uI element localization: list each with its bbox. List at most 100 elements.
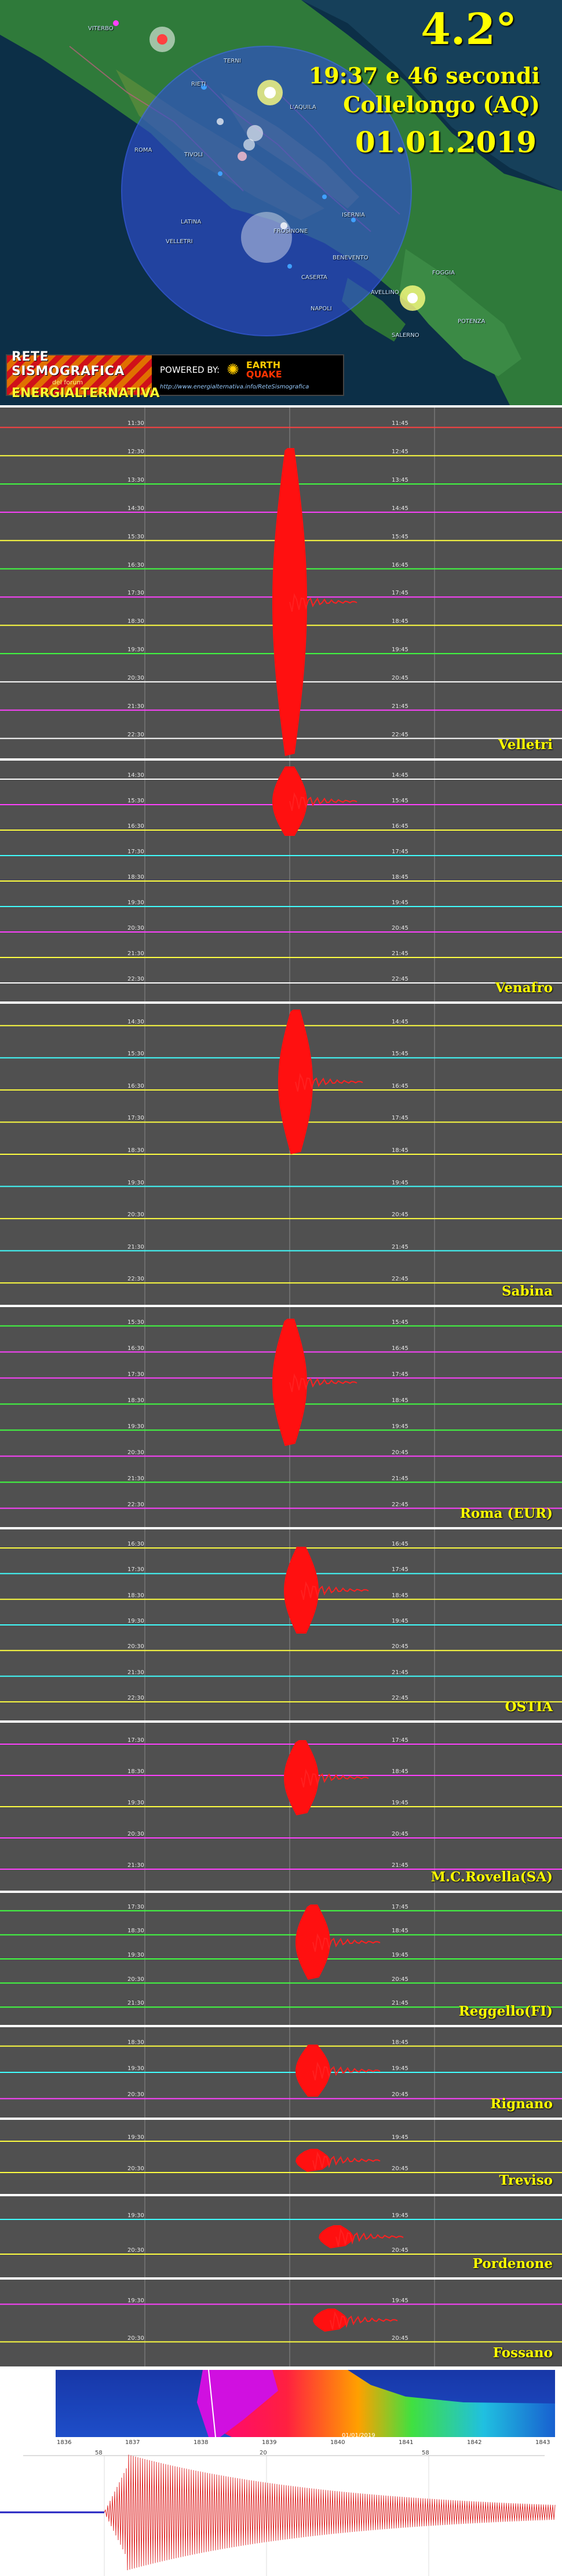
city-label: VELLETRI: [166, 238, 193, 245]
time-tick-left: 19:30: [127, 900, 144, 906]
time-tick-left: 20:30: [127, 2091, 144, 2098]
time-tick-left: 13:30: [127, 477, 144, 484]
station-name: M.C.Rovella(SA): [430, 1869, 553, 1885]
time-tick-left: 21:30: [127, 1243, 144, 1250]
spectrogram-tick: 1838: [194, 2439, 209, 2446]
time-tick-right: 19:45: [392, 2297, 408, 2304]
time-tick-right: 13:45: [392, 477, 408, 484]
time-tick-right: 20:45: [392, 2166, 408, 2172]
time-tick-right: 14:45: [392, 772, 408, 779]
city-label: FROSINONE: [273, 228, 308, 234]
time-tick-left: 15:30: [127, 798, 144, 804]
station-panel: 17:30 17:45 18:30 18:45 19:30 19:45 20:30 20:45…: [0, 1723, 562, 1891]
city-label: LATINA: [181, 219, 202, 225]
time-tick-left: 20:30: [127, 2335, 144, 2342]
station-name: OSTIA: [505, 1699, 553, 1715]
city-label: VITERBO: [88, 25, 114, 32]
seismogram-traces: [0, 761, 562, 1001]
time-tick-left: 19:30: [127, 2212, 144, 2219]
time-tick-left: 18:30: [127, 874, 144, 880]
time-tick-left: 11:30: [127, 420, 144, 427]
station-name: Venafro: [495, 980, 553, 996]
time-tick-right: 20:45: [392, 674, 408, 681]
time-tick-left: 16:30: [127, 562, 144, 568]
time-tick-left: 19:30: [127, 1423, 144, 1430]
seismogram-traces: [0, 1529, 562, 1720]
time-tick-left: 12:30: [127, 449, 144, 456]
logo-line1: RETE SISMOGRAFICA: [12, 350, 125, 379]
time-tick-left: 19:30: [127, 2297, 144, 2304]
time-tick-left: 18:30: [127, 1928, 144, 1935]
network-banner[interactable]: RETE SISMOGRAFICA del forum ENERGIALTERN…: [6, 350, 344, 401]
station-panel: 14:30 14:45 15:30 15:45 16:30 16:45 17:30 17:45…: [0, 761, 562, 1001]
time-tick-left: 21:30: [127, 951, 144, 957]
wave-tick: 20: [260, 2450, 267, 2456]
time-tick-right: 22:45: [392, 1501, 408, 1508]
time-tick-right: 20:45: [392, 1976, 408, 1983]
time-tick-left: 18:30: [127, 1768, 144, 1775]
spectrogram: 1836 1837 1838 1839 1840 1841 1842 1843 01/01/2…: [0, 2368, 562, 2450]
spectrogram-tick: 1840: [330, 2439, 345, 2446]
spectrogram-date-stamp: 01/01/2019: [342, 2432, 375, 2439]
time-tick-right: 14:45: [392, 1018, 408, 1025]
time-tick-left: 20:30: [127, 1831, 144, 1837]
station-name: Pordenone: [472, 2256, 553, 2272]
seismogram-traces: [0, 1004, 562, 1305]
time-tick-right: 18:45: [392, 618, 408, 625]
banner-url-link[interactable]: http://www.energialternativa.info/ReteSi…: [160, 384, 343, 390]
quake-signal: [272, 1319, 307, 1446]
time-tick-right: 18:45: [392, 2039, 408, 2046]
seismogram-traces: [0, 2120, 562, 2194]
time-tick-left: 16:30: [127, 1082, 144, 1089]
spectrogram-tick: 1836: [57, 2439, 72, 2446]
spectrogram-tick: 1843: [535, 2439, 550, 2446]
city-label: RIETI: [191, 81, 206, 87]
time-tick-right: 22:45: [392, 976, 408, 982]
station-panel: 11:30 11:45 12:30 12:45 13:30 13:45 14:30 14:45…: [0, 408, 562, 758]
station-panel: 19:30 19:45 20:30 20:45 Fossano: [0, 2280, 562, 2366]
time-tick-right: 20:45: [392, 1831, 408, 1837]
time-tick-right: 19:45: [392, 1800, 408, 1806]
time-tick-left: 17:30: [127, 1371, 144, 1378]
time-tick-right: 18:45: [392, 1928, 408, 1935]
time-tick-left: 20:30: [127, 1643, 144, 1650]
banner-right: POWERED BY: ✺ EARTH QUAKE http://www.ene…: [152, 355, 343, 395]
time-tick-left: 14:30: [127, 772, 144, 779]
spectrogram-graphic: [0, 2368, 555, 2450]
quake-signal: [313, 2309, 348, 2332]
station-panel: 19:30 19:45 20:30 20:45 Pordenone: [0, 2196, 562, 2277]
event-location: Collelongo (AQ): [343, 91, 540, 118]
time-tick-left: 16:30: [127, 1541, 144, 1548]
time-tick-right: 18:45: [392, 1397, 408, 1404]
time-tick-left: 19:30: [127, 1179, 144, 1186]
time-tick-left: 15:30: [127, 1051, 144, 1058]
time-tick-right: 17:45: [392, 1737, 408, 1744]
time-tick-right: 21:45: [392, 1669, 408, 1676]
time-tick-right: 20:45: [392, 2335, 408, 2342]
time-tick-left: 19:30: [127, 1952, 144, 1958]
waveform-plot: 58 20 58: [0, 2450, 562, 2576]
time-tick-left: 17:30: [127, 1737, 144, 1744]
time-tick-left: 21:30: [127, 703, 144, 710]
time-tick-left: 20:30: [127, 2166, 144, 2172]
time-tick-left: 14:30: [127, 505, 144, 512]
time-tick-right: 14:45: [392, 505, 408, 512]
station-panel: 18:30 18:45 19:30 19:45 20:30 20:45 Rignano: [0, 2027, 562, 2118]
time-tick-right: 11:45: [392, 420, 408, 427]
city-label: L'AQUILA: [290, 104, 316, 111]
time-tick-left: 14:30: [127, 1018, 144, 1025]
time-tick-left: 19:30: [127, 1800, 144, 1806]
quake-signal: [295, 2149, 330, 2172]
time-tick-right: 21:45: [392, 951, 408, 957]
time-tick-left: 19:30: [127, 2134, 144, 2141]
time-tick-right: 20:45: [392, 925, 408, 931]
time-tick-right: 18:45: [392, 1592, 408, 1599]
time-tick-left: 20:30: [127, 1212, 144, 1219]
city-label: ROMA: [134, 147, 152, 153]
station-panel: 17:30 17:45 18:30 18:45 19:30 19:45 20:30 20:45…: [0, 1893, 562, 2025]
event-time: 19:37 e 46 secondi: [308, 63, 540, 89]
station-name: Treviso: [499, 2173, 553, 2188]
seismogram-traces: [0, 408, 562, 758]
time-tick-left: 20:30: [127, 1449, 144, 1456]
time-tick-left: 20:30: [127, 674, 144, 681]
